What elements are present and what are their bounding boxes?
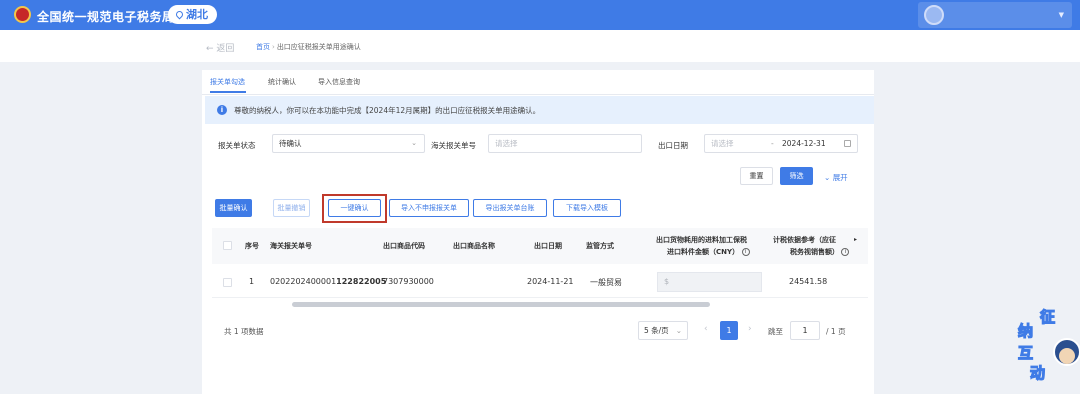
download-template-button[interactable]: 下载导入模板 <box>553 199 621 217</box>
page-size-select[interactable]: 5 条/页 ⌄ <box>638 321 688 340</box>
chevron-down-icon: ⌄ <box>824 173 831 182</box>
arrow-left-icon: ← <box>206 44 214 54</box>
next-page-icon[interactable]: › <box>748 324 752 334</box>
col-material-amount-line1: 出口货物耗用的进料加工保税 <box>656 236 747 244</box>
tab-statistics-confirm[interactable]: 统计确认 <box>268 77 296 87</box>
region-label: 湖北 <box>186 8 208 21</box>
user-menu[interactable]: ▼ <box>918 2 1072 28</box>
expand-toggle[interactable]: ⌄ 展开 <box>824 172 848 183</box>
cell-supervision: 一般贸易 <box>590 278 622 287</box>
customs-no-label: 海关报关单号 <box>431 141 476 150</box>
highlight-annotation <box>322 194 387 223</box>
breadcrumb-bar: ← 返回 首页 › 出口应征税报关单用途确认 <box>0 30 1080 62</box>
export-date-range[interactable]: 请选择 - 2024-12-31 <box>704 134 858 153</box>
pagination-total: 共 1 项数据 <box>224 327 264 336</box>
horizontal-scrollbar[interactable] <box>292 302 710 307</box>
search-button[interactable]: 筛选 <box>780 167 813 185</box>
batch-confirm-button[interactable]: 批量确认 <box>215 199 252 217</box>
avatar <box>924 5 944 25</box>
col-customs-no: 海关报关单号 <box>270 242 312 250</box>
watermark-char: 征 <box>1040 308 1055 326</box>
customs-no-placeholder: 请选择 <box>495 139 518 148</box>
main-card: 报关单勾选 统计确认 导入信息查询 i 尊敬的纳税人，你可以在本功能中完成【20… <box>202 70 874 394</box>
date-separator: - <box>771 139 774 148</box>
chevron-down-icon: ▼ <box>1058 11 1064 19</box>
back-button[interactable]: ← 返回 <box>206 41 234 54</box>
notice-text: 尊敬的纳税人，你可以在本功能中完成【2024年12月属期】的出口应征税报关单用途… <box>234 106 541 115</box>
info-icon: i <box>217 105 227 115</box>
tax-emblem-icon <box>14 6 31 23</box>
tab-divider <box>202 94 874 95</box>
back-label: 返回 <box>216 44 235 54</box>
help-icon[interactable]: i <box>741 248 750 256</box>
col-goods-code: 出口商品代码 <box>383 242 425 250</box>
select-all-checkbox[interactable] <box>223 241 232 250</box>
tab-customs-selection[interactable]: 报关单勾选 <box>210 77 245 87</box>
col-tax-basis-line1: 计税依据参考（应征 <box>773 236 836 244</box>
total-pages: / 1 页 <box>826 327 846 336</box>
cell-index: 1 <box>249 277 255 286</box>
expand-label: 展开 <box>832 173 848 182</box>
import-no-declaration-button[interactable]: 导入不申报报关单 <box>389 199 469 217</box>
date-start-placeholder: 请选择 <box>711 139 734 148</box>
app-title: 全国统一规范电子税务局 <box>37 10 175 24</box>
calendar-icon <box>844 140 851 147</box>
breadcrumb-current: 出口应征税报关单用途确认 <box>276 43 361 51</box>
material-amount-input[interactable]: $ <box>657 272 762 292</box>
watermark-char: 互 <box>1018 344 1033 362</box>
info-notice: i 尊敬的纳税人，你可以在本功能中完成【2024年12月属期】的出口应征税报关单… <box>205 96 874 124</box>
region-selector[interactable]: 湖北 <box>168 5 217 24</box>
cell-customs-no: 0202202400001122822005 <box>270 277 387 286</box>
active-tab-indicator <box>210 91 246 93</box>
status-value: 待确认 <box>279 139 302 148</box>
col-export-date: 出口日期 <box>534 242 562 250</box>
status-label: 报关单状态 <box>218 141 256 150</box>
help-icon[interactable]: i <box>841 248 850 256</box>
cell-goods-code: 7307930000 <box>383 277 434 286</box>
prev-page-icon[interactable]: ‹ <box>704 324 708 334</box>
top-bar: 全国统一规范电子税务局 湖北 ▼ <box>0 0 1080 30</box>
col-index: 序号 <box>245 242 259 250</box>
page-size-value: 5 条/页 <box>644 326 669 335</box>
date-end-value: 2024-12-31 <box>782 139 826 148</box>
batch-cancel-button[interactable]: 批量撤销 <box>273 199 310 217</box>
cell-export-date: 2024-11-21 <box>527 277 574 286</box>
watermark-char: 动 <box>1030 364 1045 382</box>
watermark-logo: 征 纳 互 动 <box>1017 307 1080 382</box>
goto-page-input[interactable]: 1 <box>790 321 820 340</box>
customs-no-select[interactable]: 请选择 <box>488 134 642 153</box>
page-number-current[interactable]: 1 <box>720 321 738 340</box>
goto-label: 跳至 <box>768 327 783 336</box>
breadcrumb: 首页 › 出口应征税报关单用途确认 <box>256 42 361 52</box>
chevron-down-icon: ⌄ <box>411 139 417 147</box>
sort-icon[interactable]: ▸ <box>854 234 857 246</box>
cell-tax-basis: 24541.58 <box>789 277 828 286</box>
reset-button[interactable]: 重置 <box>740 167 773 185</box>
export-date-label: 出口日期 <box>658 141 688 150</box>
col-tax-basis-line2: 税务视销售额） i <box>790 246 850 258</box>
location-pin-icon <box>174 9 185 20</box>
table-header: 序号 海关报关单号 出口商品代码 出口商品名称 出口日期 监管方式 出口货物耗用… <box>212 228 868 264</box>
watermark-char: 纳 <box>1018 322 1033 340</box>
chevron-down-icon: ⌄ <box>675 326 682 335</box>
status-select[interactable]: 待确认 ⌄ <box>272 134 425 153</box>
breadcrumb-separator: › <box>272 43 275 51</box>
col-supervision: 监管方式 <box>586 242 614 250</box>
tab-import-query[interactable]: 导入信息查询 <box>318 77 360 87</box>
col-goods-name: 出口商品名称 <box>453 242 495 250</box>
table-row[interactable]: 1 0202202400001122822005 7307930000 2024… <box>212 268 868 298</box>
col-material-amount-line2: 进口料件金额（CNY） i <box>667 246 750 258</box>
row-checkbox[interactable] <box>223 278 232 287</box>
breadcrumb-home[interactable]: 首页 <box>256 43 270 51</box>
export-ledger-button[interactable]: 导出报关单台账 <box>473 199 547 217</box>
